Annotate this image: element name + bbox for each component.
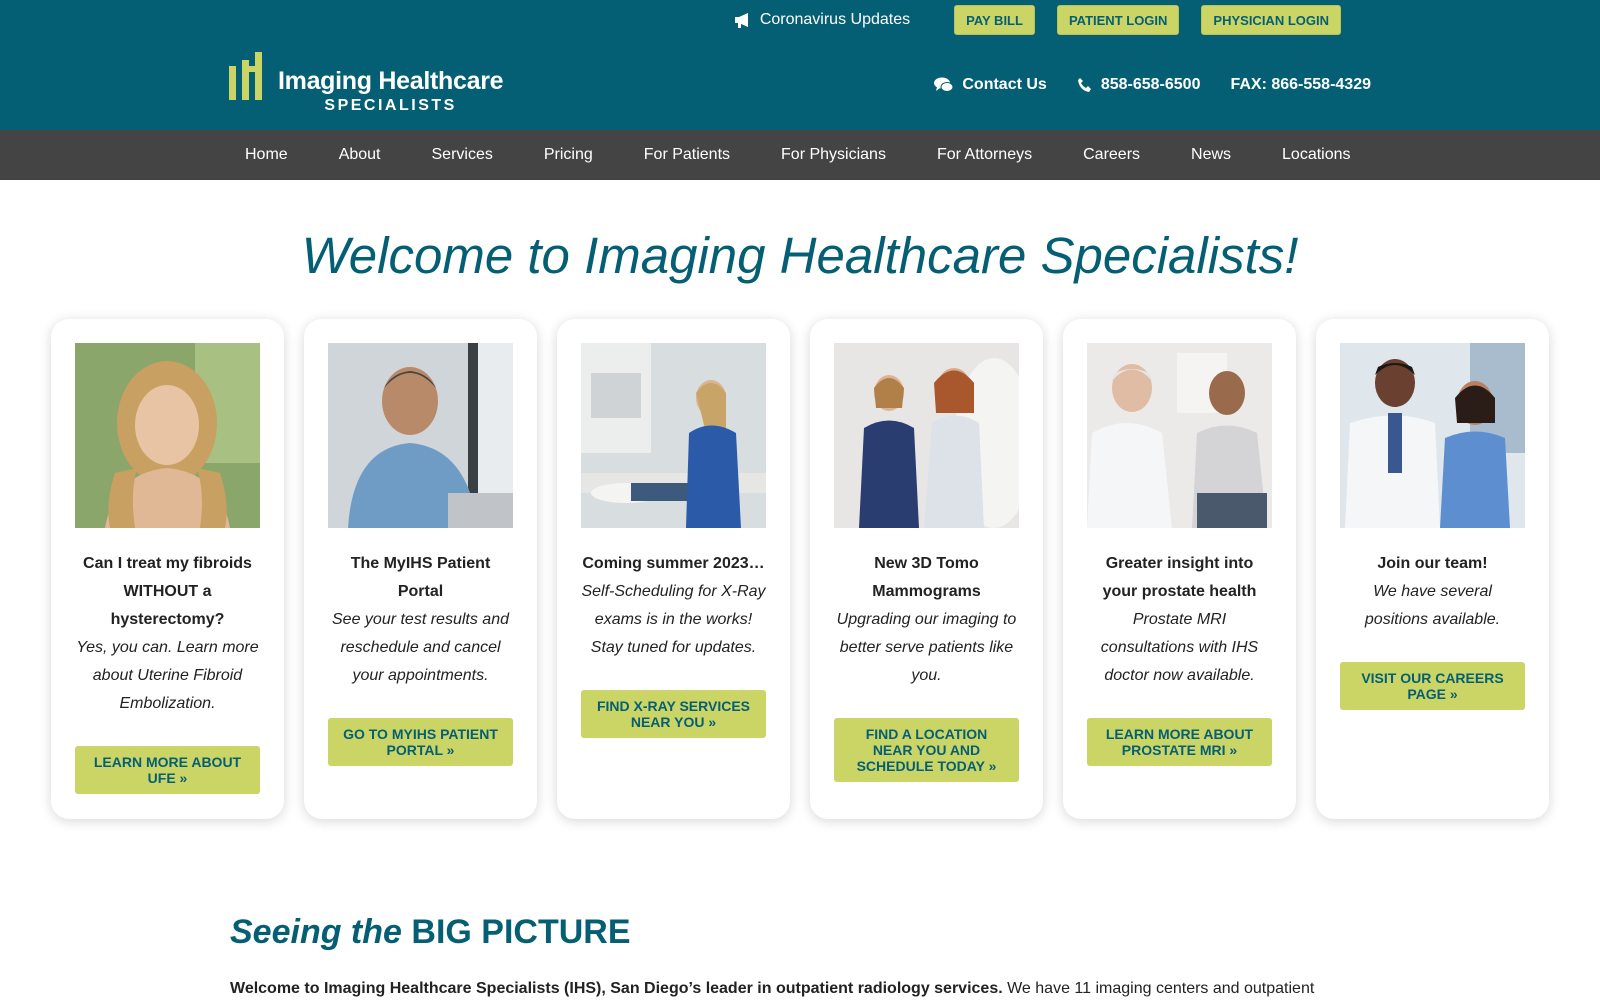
fax-number: FAX: 866-558-4329 xyxy=(1230,76,1371,93)
button-label: GO TO MYIHS PATIENT PORTAL » xyxy=(343,726,498,758)
go-to-portal-button[interactable]: GO TO MYIHS PATIENT PORTAL » xyxy=(328,718,513,766)
coronavirus-updates-label: Coronavirus Updates xyxy=(759,11,911,28)
feature-cards: Can I treat my fibroids WITHOUT a hyster… xyxy=(51,319,1549,819)
medical-team-image xyxy=(1340,343,1525,528)
xray-technician-image xyxy=(581,343,766,528)
nav-item-about[interactable]: About xyxy=(339,146,381,164)
button-label: VISIT OUR CAREERS PAGE » xyxy=(1361,670,1504,702)
woman-portrait-image xyxy=(75,343,260,528)
man-with-laptop-image xyxy=(328,343,513,528)
phone-link[interactable]: 858-658-6500 xyxy=(1077,76,1201,94)
site-header: Coronavirus Updates PAY BILL PATIENT LOG… xyxy=(0,0,1600,130)
logo-title: Imaging Healthcare xyxy=(278,67,504,95)
card-title: New 3D Tomo Mammograms xyxy=(872,555,981,600)
pay-bill-button[interactable]: PAY BILL xyxy=(954,5,1035,35)
visit-careers-button[interactable]: VISIT OUR CAREERS PAGE » xyxy=(1340,662,1525,710)
doctor-consult-image xyxy=(1087,343,1272,528)
card-title: Can I treat my fibroids WITHOUT a hyster… xyxy=(83,555,252,628)
double-chevron-right-icon: » xyxy=(1225,742,1238,758)
double-chevron-right-icon: » xyxy=(984,758,997,774)
site-logo[interactable]: Imaging Healthcare SPECIALISTS xyxy=(229,52,504,115)
physician-login-button[interactable]: PHYSICIAN LOGIN xyxy=(1201,5,1341,35)
learn-more-prostate-button[interactable]: LEARN MORE ABOUT PROSTATE MRI » xyxy=(1087,718,1272,766)
big-picture-heading-bold: BIG PICTURE xyxy=(411,913,631,951)
card-text: Yes, you can. Learn more about Uterine F… xyxy=(76,639,259,712)
card-title: Coming summer 2023… xyxy=(582,555,765,572)
contact-us-link[interactable]: Contact Us xyxy=(934,76,1047,94)
card-prostate: Greater insight into your prostate healt… xyxy=(1063,319,1296,819)
card-text: Prostate MRI consultations with IHS doct… xyxy=(1100,611,1259,684)
phone-number: 858-658-6500 xyxy=(1100,76,1201,93)
button-label: LEARN MORE ABOUT UFE » xyxy=(93,754,242,786)
card-title: The MyIHS Patient Portal xyxy=(350,555,491,600)
nav-item-pricing[interactable]: Pricing xyxy=(544,146,593,164)
big-picture-heading: Seeing the BIG PICTURE xyxy=(230,913,631,952)
contact-us-label: Contact Us xyxy=(962,76,1047,93)
card-title: Join our team! xyxy=(1377,555,1488,572)
card-title: Greater insight into your prostate healt… xyxy=(1102,555,1257,600)
card-patient-portal: The MyIHS Patient Portal See your test r… xyxy=(304,319,537,819)
intro-bold: Welcome to Imaging Healthcare Specialist… xyxy=(230,980,1003,997)
welcome-heading: Welcome to Imaging Healthcare Specialist… xyxy=(301,227,1299,284)
card-3d-tomo: New 3D Tomo Mammograms Upgrading our ima… xyxy=(810,319,1043,819)
nav-item-news[interactable]: News xyxy=(1191,146,1231,164)
nav-item-for-attorneys[interactable]: For Attorneys xyxy=(937,146,1032,164)
nav-item-locations[interactable]: Locations xyxy=(1282,146,1351,164)
nav-item-for-physicians[interactable]: For Physicians xyxy=(781,146,886,164)
contact-bar: Contact Us 858-658-6500 FAX: 866-558-432… xyxy=(904,71,1371,99)
big-picture-heading-italic: Seeing the xyxy=(230,913,402,951)
card-text: We have several positions available. xyxy=(1364,583,1501,628)
phone-icon xyxy=(1077,78,1091,92)
find-xray-button[interactable]: FIND X-RAY SERVICES NEAR YOU » xyxy=(581,690,766,738)
card-xray: Coming summer 2023… Self-Scheduling for … xyxy=(557,319,790,819)
button-label: FIND A LOCATION NEAR YOU AND SCHEDULE TO… xyxy=(856,726,997,774)
double-chevron-right-icon: » xyxy=(175,770,188,786)
intro-rest: We have 11 imaging centers and outpatien… xyxy=(1002,980,1315,997)
card-fibroids: Can I treat my fibroids WITHOUT a hyster… xyxy=(51,319,284,819)
intro-paragraph: Welcome to Imaging Healthcare Specialist… xyxy=(230,980,1370,998)
double-chevron-right-icon: » xyxy=(442,742,455,758)
double-chevron-right-icon: » xyxy=(704,714,717,730)
card-text: Upgrading our imaging to better serve pa… xyxy=(836,611,1017,684)
find-location-button[interactable]: FIND A LOCATION NEAR YOU AND SCHEDULE TO… xyxy=(834,718,1019,782)
card-text: Self-Scheduling for X-Ray exams is in th… xyxy=(581,583,766,656)
button-label: FIND X-RAY SERVICES NEAR YOU » xyxy=(596,698,750,730)
nav-item-for-patients[interactable]: For Patients xyxy=(644,146,730,164)
main-nav: Home About Services Pricing For Patients… xyxy=(0,130,1600,180)
card-careers: Join our team! We have several positions… xyxy=(1316,319,1549,819)
chat-icon xyxy=(934,77,954,92)
button-label: LEARN MORE ABOUT PROSTATE MRI » xyxy=(1105,726,1254,758)
nav-item-careers[interactable]: Careers xyxy=(1083,146,1140,164)
nav-item-home[interactable]: Home xyxy=(245,146,288,164)
learn-more-ufe-button[interactable]: LEARN MORE ABOUT UFE » xyxy=(75,746,260,794)
logo-mark-icon xyxy=(229,52,273,102)
megaphone-icon xyxy=(734,13,748,28)
mammogram-image xyxy=(834,343,1019,528)
utility-bar: Coronavirus Updates PAY BILL PATIENT LOG… xyxy=(733,5,1341,35)
coronavirus-updates-link[interactable]: Coronavirus Updates xyxy=(733,11,910,29)
card-text: See your test results and reschedule and… xyxy=(332,611,509,684)
double-chevron-right-icon: » xyxy=(1445,686,1458,702)
patient-login-button[interactable]: PATIENT LOGIN xyxy=(1056,5,1180,35)
nav-item-services[interactable]: Services xyxy=(432,146,493,164)
logo-subtitle: SPECIALISTS xyxy=(324,97,457,114)
